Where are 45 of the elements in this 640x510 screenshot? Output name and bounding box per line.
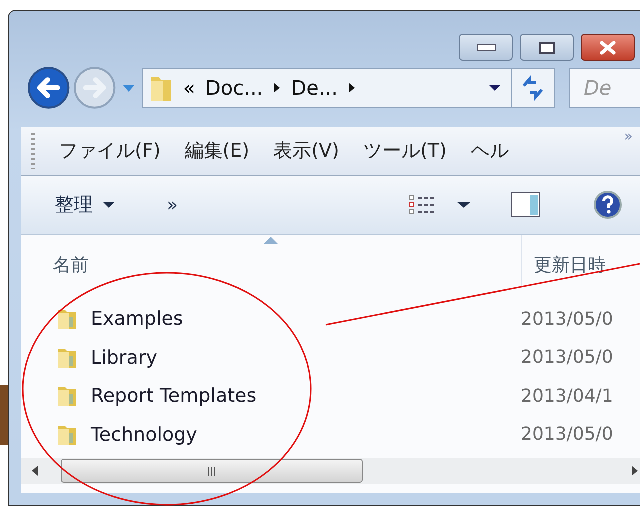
view-list-icon[interactable]: [409, 194, 437, 216]
breadcrumb[interactable]: De...: [291, 76, 338, 100]
caret-icon: [103, 201, 115, 209]
menu-item[interactable]: 表示(V): [274, 138, 340, 164]
breadcrumb[interactable]: Doc...: [205, 76, 264, 100]
preview-pane-icon[interactable]: [511, 192, 541, 218]
close-button[interactable]: [581, 34, 635, 61]
refresh-icon: [520, 75, 546, 101]
menu-item[interactable]: ヘル: [470, 138, 509, 164]
date-modified: 2013/05/0: [521, 424, 614, 446]
column-header[interactable]: 更新日時: [521, 235, 640, 287]
date-modified: 2013/05/0: [521, 308, 614, 330]
date-modified: 2013/05/0: [521, 347, 614, 368]
triangle-right-icon[interactable]: [273, 82, 282, 94]
help-icon[interactable]: [593, 190, 623, 220]
folder-icon: [55, 384, 79, 408]
maximize-button[interactable]: [520, 34, 574, 61]
folder-icon: [55, 307, 79, 332]
menu-item[interactable]: 編集(E): [184, 138, 250, 164]
dropdown-arrow-icon[interactable]: [457, 201, 471, 209]
menu-item[interactable]: ツール(T): [363, 138, 447, 164]
overflow-chevron[interactable]: »: [167, 194, 178, 216]
file-name[interactable]: Library: [91, 346, 521, 369]
back-button[interactable]: [27, 66, 71, 110]
dropdown-arrow-icon[interactable]: [489, 84, 501, 92]
overflow-chevron[interactable]: «: [183, 76, 196, 100]
menu-item[interactable]: ファイル(F): [59, 138, 161, 164]
organize-button[interactable]: 整理: [53, 188, 117, 222]
date-modified: 2013/04/1: [521, 386, 614, 407]
column-header[interactable]: 名前: [21, 235, 521, 287]
file-name[interactable]: Report Templates: [91, 385, 521, 408]
minimize-button[interactable]: [459, 34, 513, 61]
scroll-left-icon[interactable]: [31, 466, 39, 476]
triangle-right-icon[interactable]: [348, 82, 356, 94]
scroll-right-icon[interactable]: [631, 466, 639, 476]
file-name[interactable]: Technology: [91, 424, 521, 446]
file-name[interactable]: Examples: [91, 308, 521, 330]
horizontal-scrollbar[interactable]: [21, 458, 640, 484]
column-label: 名前: [53, 254, 89, 277]
grip-handle[interactable]: [31, 133, 35, 169]
address-bar[interactable]: « Doc... De...: [142, 68, 555, 108]
column-label: 更新日時: [534, 254, 606, 277]
close-icon: [599, 40, 617, 54]
scroll-thumb[interactable]: [61, 459, 363, 483]
search-field[interactable]: De: [569, 68, 640, 108]
